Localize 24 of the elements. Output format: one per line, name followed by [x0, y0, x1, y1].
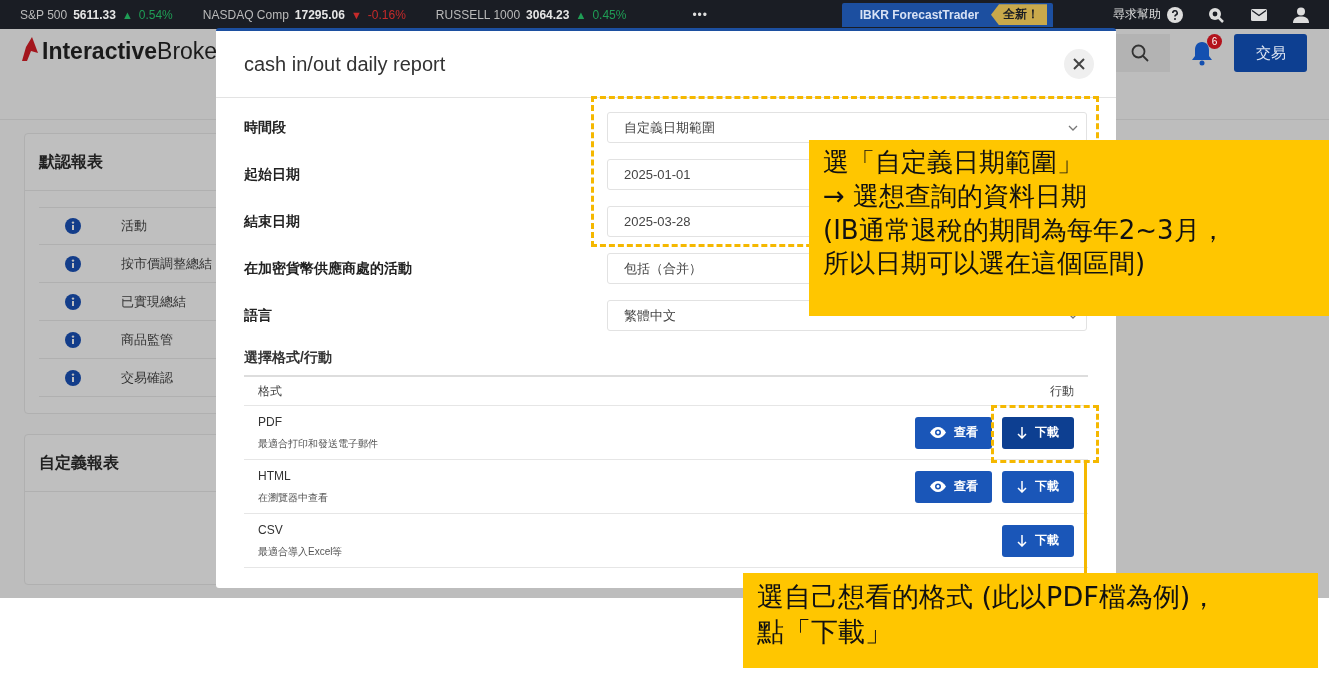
index-change: 0.54% — [138, 7, 173, 22]
index-name: NASDAQ Comp — [202, 7, 289, 22]
format-name: CSV — [258, 522, 284, 537]
dialog-title: cash in/out daily report — [244, 52, 446, 76]
index-value: 17295.06 — [294, 7, 345, 22]
format-description: 在瀏覽器中查看 — [258, 490, 328, 505]
new-badge: 全新！ — [991, 4, 1047, 26]
column-header: 行動 — [1050, 382, 1074, 400]
trend-arrow: ▲ — [121, 8, 133, 21]
format-description: 最適合導入Excel等 — [258, 544, 343, 559]
format-name: PDF — [258, 414, 283, 429]
logo-text: InteractiveBroke — [42, 37, 218, 65]
trend-arrow: ▲ — [575, 8, 587, 21]
index-value: 3064.23 — [526, 7, 570, 22]
index-change: 0.45% — [592, 7, 627, 22]
trend-arrow: ▼ — [350, 8, 362, 21]
callout-tooltip: 選自己想看的格式 (此以PDF檔為例)， 點「下載」 — [743, 573, 1318, 668]
index-name: S&P 500 — [20, 7, 68, 22]
index-value: 5611.33 — [73, 7, 116, 22]
index-name: RUSSELL 1000 — [435, 7, 521, 22]
index-change: -0.16% — [367, 7, 406, 22]
field-label: 時間段 — [244, 118, 287, 137]
callout-tooltip: 選「自定義日期範圍」 → 選想查詢的資料日期 (IB通常退稅的期間為每年2~3月， 所以日期可以選在這個區間) — [809, 140, 1329, 316]
notification-badge: 6 — [1207, 34, 1222, 50]
